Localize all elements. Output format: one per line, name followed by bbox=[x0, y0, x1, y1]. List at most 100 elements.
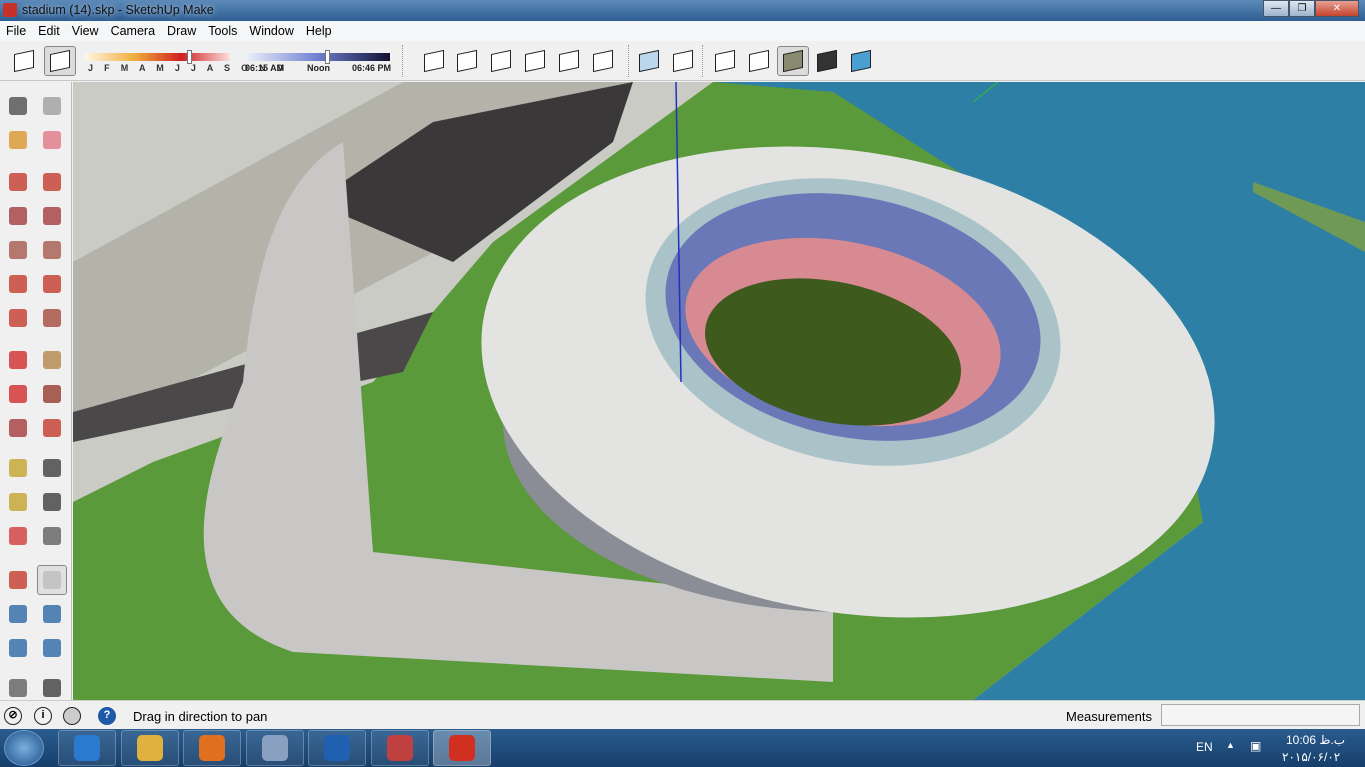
iso-view-icon[interactable] bbox=[418, 46, 450, 76]
language-indicator[interactable]: EN bbox=[1196, 740, 1213, 754]
freehand-icon[interactable] bbox=[37, 167, 67, 197]
toolbar-separator bbox=[402, 45, 404, 77]
arc-icon[interactable] bbox=[3, 269, 33, 299]
geo-location-icon[interactable]: ⊘ bbox=[4, 707, 22, 725]
show-hidden-icons[interactable]: ▲ bbox=[1226, 740, 1235, 750]
left-view-icon[interactable] bbox=[587, 46, 619, 76]
taskbar-media-player[interactable] bbox=[183, 730, 241, 766]
help-icon[interactable]: ? bbox=[98, 707, 116, 725]
rectangle-icon[interactable] bbox=[3, 201, 33, 231]
three-point-arc-icon[interactable] bbox=[3, 303, 33, 333]
position-camera-icon[interactable] bbox=[3, 673, 33, 703]
hidden-line-icon-glyph bbox=[749, 49, 769, 73]
eraser-icon[interactable] bbox=[37, 125, 67, 155]
3d-text-icon[interactable] bbox=[37, 521, 67, 551]
taskbar-google-earth[interactable] bbox=[308, 730, 366, 766]
axes-icon[interactable] bbox=[3, 521, 33, 551]
model-info-icon[interactable] bbox=[8, 46, 40, 76]
rotate-icon[interactable] bbox=[3, 379, 33, 409]
clock-date[interactable]: ۲۰۱۵/۰۶/۰۲ bbox=[1282, 750, 1340, 764]
text-icon[interactable] bbox=[37, 487, 67, 517]
snipping-tool-icon bbox=[386, 735, 413, 761]
minimize-button[interactable]: — bbox=[1263, 0, 1289, 17]
menu-tools[interactable]: Tools bbox=[202, 24, 243, 38]
time-slider-thumb[interactable] bbox=[324, 50, 330, 64]
clock-time[interactable]: 10:06 ب.ظ bbox=[1286, 733, 1345, 747]
menu-view[interactable]: View bbox=[66, 24, 105, 38]
back-view-icon[interactable] bbox=[553, 46, 585, 76]
top-view-icon-glyph bbox=[457, 49, 477, 73]
menu-edit[interactable]: Edit bbox=[32, 24, 66, 38]
tape-measure-icon[interactable] bbox=[3, 453, 33, 483]
google-earth-icon bbox=[324, 735, 350, 761]
zoom-window-icon[interactable] bbox=[37, 599, 67, 629]
toolbar-separator bbox=[628, 45, 630, 77]
user-icon[interactable] bbox=[63, 707, 81, 725]
offset-icon[interactable] bbox=[37, 413, 67, 443]
scale-icon[interactable] bbox=[3, 413, 33, 443]
shadows-toggle-icon[interactable] bbox=[44, 46, 76, 76]
polygon-icon[interactable] bbox=[37, 235, 67, 265]
shaded-textures-icon[interactable] bbox=[811, 46, 843, 76]
circle-icon[interactable] bbox=[3, 235, 33, 265]
menu-window[interactable]: Window bbox=[243, 24, 299, 38]
taskbar-internet-explorer[interactable] bbox=[58, 730, 116, 766]
front-view-icon[interactable] bbox=[485, 46, 517, 76]
top-view-icon[interactable] bbox=[451, 46, 483, 76]
follow-me-icon[interactable] bbox=[37, 379, 67, 409]
look-around-icon[interactable] bbox=[37, 673, 67, 703]
menu-file[interactable]: File bbox=[0, 24, 32, 38]
zoom-icon[interactable] bbox=[3, 599, 33, 629]
taskbar-remote-desktop[interactable] bbox=[245, 730, 304, 766]
right-view-icon-glyph bbox=[525, 49, 545, 73]
two-point-arc-icon[interactable] bbox=[37, 269, 67, 299]
maximize-button[interactable]: ❐ bbox=[1289, 0, 1315, 17]
move-icon[interactable] bbox=[3, 345, 33, 375]
network-icon[interactable]: ▣ bbox=[1250, 739, 1261, 753]
zoom-extents-icon[interactable] bbox=[3, 633, 33, 663]
time-slider[interactable] bbox=[245, 53, 390, 61]
select-icon[interactable] bbox=[3, 91, 33, 121]
shaded-icon-glyph bbox=[783, 49, 803, 73]
shadows-toggle-icon-glyph bbox=[50, 49, 70, 73]
rotated-rectangle-icon[interactable] bbox=[37, 201, 67, 231]
taskbar-snipping-tool[interactable] bbox=[370, 730, 429, 766]
dimension-icon[interactable] bbox=[37, 453, 67, 483]
pie-icon[interactable] bbox=[37, 303, 67, 333]
toolbar: J F M A M J J A S O N D 06:15 AM Noon 06… bbox=[0, 41, 1365, 81]
month-slider[interactable] bbox=[85, 53, 230, 61]
menu-camera[interactable]: Camera bbox=[105, 24, 161, 38]
push-pull-icon[interactable] bbox=[37, 345, 67, 375]
taskbar-sketchup[interactable] bbox=[433, 730, 491, 766]
orbit-icon[interactable] bbox=[3, 565, 33, 595]
pan-icon[interactable] bbox=[37, 565, 67, 595]
stadium-model bbox=[73, 82, 1365, 700]
remote-desktop-icon bbox=[261, 735, 288, 761]
taskbar-file-explorer[interactable] bbox=[120, 730, 179, 766]
measurements-input[interactable] bbox=[1161, 704, 1360, 726]
wireframe-icon[interactable] bbox=[709, 46, 741, 76]
3d-viewport[interactable] bbox=[73, 82, 1365, 700]
monochrome-icon[interactable] bbox=[845, 46, 877, 76]
internet-explorer-icon bbox=[74, 735, 100, 761]
paint-bucket-icon[interactable] bbox=[3, 125, 33, 155]
sketchup-icon bbox=[449, 735, 475, 761]
menu-help[interactable]: Help bbox=[300, 24, 338, 38]
pencil-icon[interactable] bbox=[3, 167, 33, 197]
previous-view-icon[interactable] bbox=[37, 633, 67, 663]
close-button[interactable]: ✕ bbox=[1315, 0, 1359, 17]
hidden-line-icon[interactable] bbox=[743, 46, 775, 76]
time-end-label: 06:46 PM bbox=[352, 63, 392, 73]
xray-icon[interactable] bbox=[633, 46, 665, 76]
title-bar: stadium (14).skp - SketchUp Make — ❐ ✕ bbox=[0, 0, 1365, 21]
menu-draw[interactable]: Draw bbox=[161, 24, 202, 38]
protractor-icon[interactable] bbox=[3, 487, 33, 517]
measurements-label: Measurements bbox=[1066, 709, 1152, 724]
month-slider-thumb[interactable] bbox=[186, 50, 192, 64]
start-button[interactable] bbox=[4, 730, 44, 766]
right-view-icon[interactable] bbox=[519, 46, 551, 76]
shaded-icon[interactable] bbox=[777, 46, 809, 76]
credits-icon[interactable]: i bbox=[34, 707, 52, 725]
make-component-icon[interactable] bbox=[37, 91, 67, 121]
back-edges-icon[interactable] bbox=[667, 46, 699, 76]
